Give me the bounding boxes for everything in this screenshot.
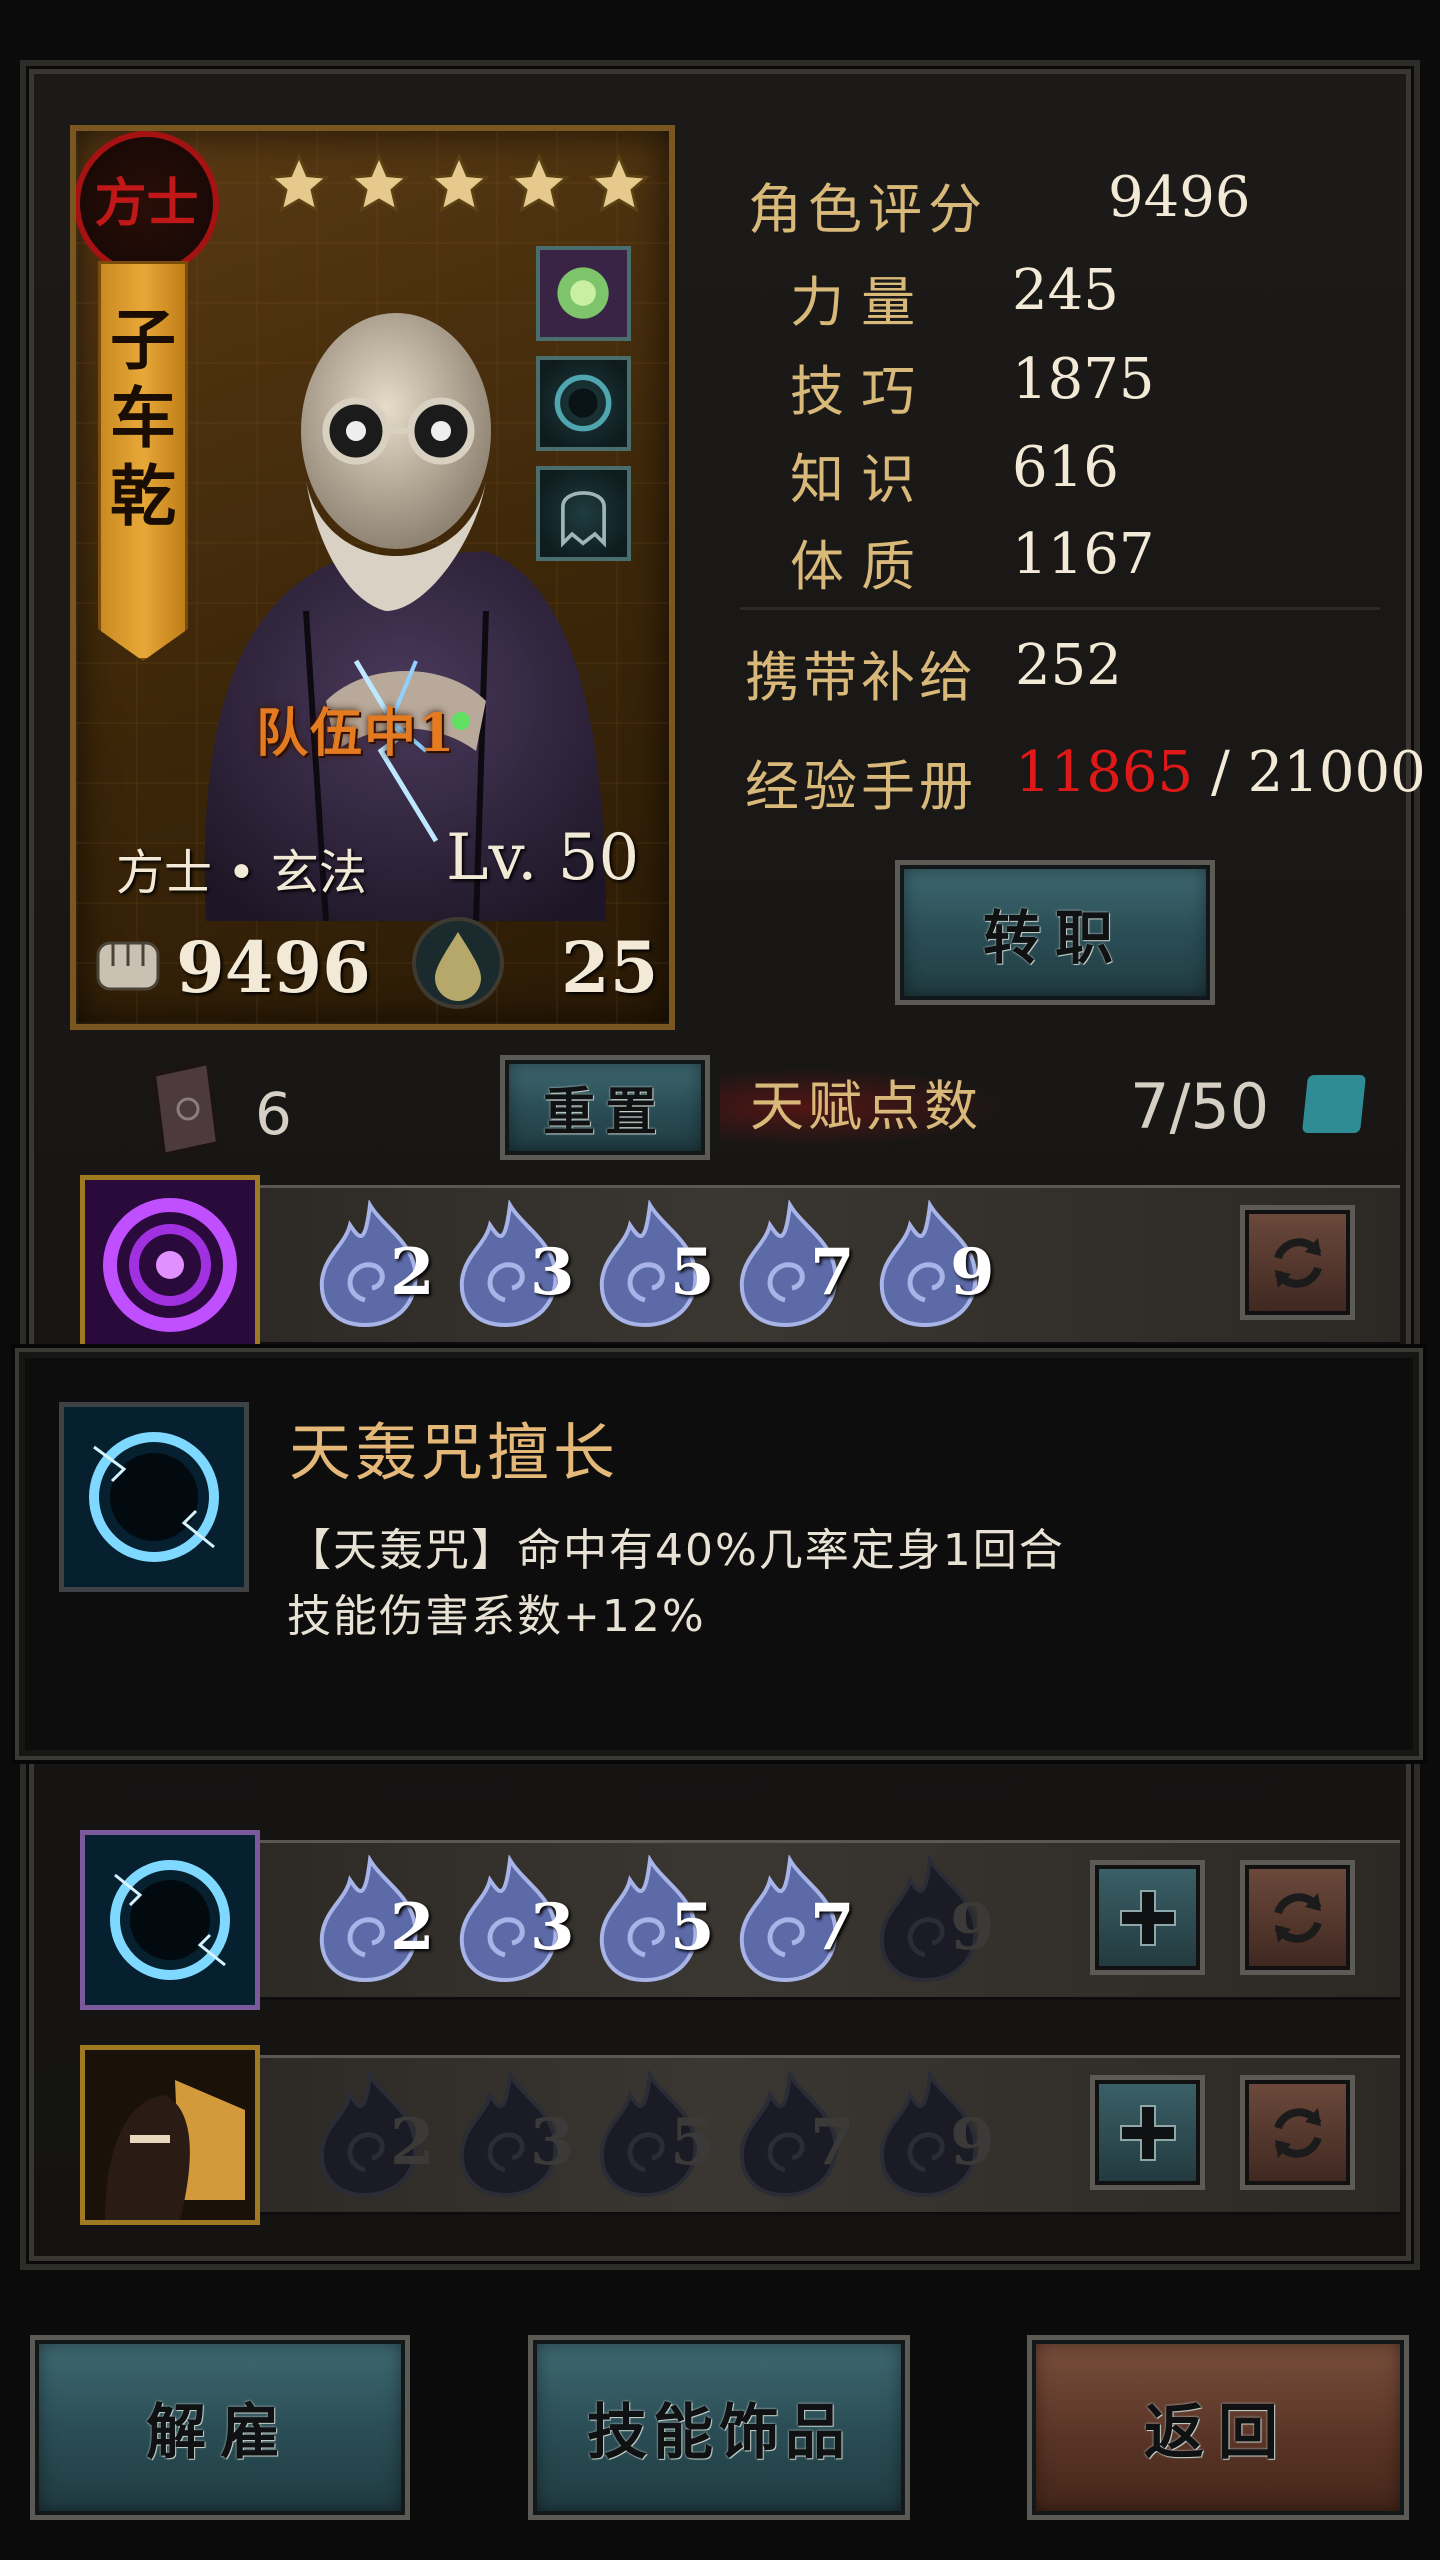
star-icon bbox=[428, 153, 490, 213]
skill-level-label: 3 bbox=[530, 1235, 575, 1310]
knowledge-label: 知 识 bbox=[790, 448, 916, 511]
drop-icon bbox=[412, 917, 504, 1009]
supply-value: 252 bbox=[1015, 633, 1122, 698]
score-label: 角色评分 bbox=[748, 178, 988, 241]
tooltip-title: 天轰咒擅长 bbox=[289, 1416, 620, 1489]
skill-level-label: 7 bbox=[810, 2105, 855, 2180]
skill-level-label: 2 bbox=[390, 1890, 435, 1965]
skill-level-label: 9 bbox=[950, 2105, 995, 2180]
fist-icon bbox=[96, 941, 160, 991]
reset-talent-button[interactable]: 重置 bbox=[500, 1055, 710, 1160]
back-button[interactable]: 返回 bbox=[1027, 2335, 1409, 2520]
exp-max: 21000 bbox=[1247, 740, 1426, 805]
transfer-class-button[interactable]: 转职 bbox=[895, 860, 1215, 1005]
tooltip-line-1: 【天轰咒】命中有40%几率定身1回合 bbox=[287, 1525, 1065, 1576]
tooltip-line-2: 技能伤害系数+12% bbox=[287, 1591, 706, 1642]
knowledge-value: 616 bbox=[1012, 435, 1119, 500]
skill-slot-1[interactable] bbox=[80, 1175, 260, 1355]
equipment-slot-2[interactable] bbox=[536, 356, 631, 451]
subclass-label: 方士 • 玄法 bbox=[116, 845, 367, 901]
name-char-2: 车 bbox=[110, 378, 176, 457]
tooltip-skill-icon bbox=[59, 1402, 249, 1592]
skill-level-label: 5 bbox=[670, 1235, 715, 1310]
exp-value: 11865 / 21000 bbox=[1015, 740, 1426, 805]
skill-level-label: 9 bbox=[950, 1235, 995, 1310]
purple-vortex-icon bbox=[85, 1180, 255, 1350]
lightning-ring-icon bbox=[64, 1407, 244, 1587]
team-status-label: 队伍中1 bbox=[256, 703, 457, 764]
constitution-label: 体 质 bbox=[790, 535, 916, 598]
book-count: 6 bbox=[255, 1080, 292, 1148]
dismiss-button[interactable]: 解雇 bbox=[30, 2335, 410, 2520]
skill-row-2: 2 3 5 7 9 bbox=[80, 1830, 1400, 2010]
equipment-slot-1[interactable] bbox=[536, 246, 631, 341]
exp-label: 经验手册 bbox=[745, 755, 977, 818]
skill-label: 技 巧 bbox=[790, 360, 916, 423]
star-rating bbox=[266, 151, 652, 217]
skill-level-label: 7 bbox=[810, 1235, 855, 1310]
skill-row-1: 2 3 5 7 9 bbox=[80, 1175, 1400, 1355]
skill-slot-3[interactable] bbox=[80, 2045, 260, 2225]
talent-points-label: 天赋点数 bbox=[720, 1067, 1010, 1147]
score-value: 9496 bbox=[1108, 165, 1251, 230]
talent-points-value: 7/50 bbox=[1130, 1070, 1270, 1143]
skill-tooltip: 天轰咒擅长 【天轰咒】命中有40%几率定身1回合 技能伤害系数+12% bbox=[15, 1348, 1423, 1760]
swap-icon bbox=[1273, 1892, 1322, 1943]
power-value: 9496 bbox=[176, 926, 371, 1009]
character-name-banner: 子 车 乾 bbox=[98, 261, 188, 661]
star-icon bbox=[348, 153, 410, 213]
stats-divider bbox=[740, 607, 1380, 610]
talent-gem-icon bbox=[1301, 1075, 1367, 1133]
plus-icon bbox=[1119, 2104, 1176, 2161]
skill-accessory-button[interactable]: 技能饰品 bbox=[528, 2335, 910, 2520]
skill-level-label: 5 bbox=[670, 1890, 715, 1965]
plus-icon bbox=[1119, 1889, 1176, 1946]
equipment-slot-3[interactable] bbox=[536, 466, 631, 561]
green-gem-icon bbox=[540, 250, 627, 337]
name-char-1: 子 bbox=[110, 301, 176, 379]
skill-level-label: 2 bbox=[390, 2105, 435, 2180]
skill-level-label: 3 bbox=[530, 1890, 575, 1965]
exp-current: 11865 bbox=[1015, 740, 1194, 805]
book-icon bbox=[150, 1060, 221, 1158]
constitution-value: 1167 bbox=[1012, 522, 1155, 587]
swap-skill-button-2[interactable] bbox=[1240, 1860, 1355, 1975]
skill-level-label: 5 bbox=[670, 2105, 715, 2180]
skill-level-label: 2 bbox=[390, 1235, 435, 1310]
star-icon bbox=[268, 153, 330, 213]
swap-skill-button-3[interactable] bbox=[1240, 2075, 1355, 2190]
swap-icon bbox=[1273, 1237, 1322, 1288]
swap-icon bbox=[1273, 2107, 1322, 2158]
character-card: 方士 子 车 乾 队伍中1 方士 • 玄法 Lv. 50 9496 25 bbox=[70, 125, 675, 1030]
skill-slot-2[interactable] bbox=[80, 1830, 260, 2010]
strength-label: 力 量 bbox=[790, 271, 916, 334]
ghost-icon bbox=[561, 491, 606, 548]
dark-orb-icon bbox=[554, 374, 612, 432]
star-icon bbox=[508, 153, 570, 213]
exp-separator: / bbox=[1193, 740, 1248, 805]
swap-skill-button-1[interactable] bbox=[1240, 1205, 1355, 1320]
supply-icon-value: 25 bbox=[561, 926, 659, 1009]
skill-level-label: 3 bbox=[530, 2105, 575, 2180]
strength-value: 245 bbox=[1012, 258, 1119, 323]
level-label: Lv. 50 bbox=[446, 821, 640, 895]
class-seal: 方士 bbox=[76, 131, 219, 276]
star-icon bbox=[588, 153, 650, 213]
add-skill-button-3[interactable] bbox=[1090, 2075, 1205, 2190]
supply-label: 携带补给 bbox=[745, 646, 977, 709]
skill-level-label: 7 bbox=[810, 1890, 855, 1965]
skill-value: 1875 bbox=[1012, 347, 1155, 412]
lightning-ring-icon bbox=[85, 1835, 255, 2005]
name-char-3: 乾 bbox=[110, 456, 176, 535]
skill-row-3: 2 3 5 7 9 bbox=[80, 2045, 1400, 2225]
dark-figure-icon bbox=[85, 2050, 255, 2220]
skill-level-label: 9 bbox=[950, 1890, 995, 1965]
add-skill-button-2[interactable] bbox=[1090, 1860, 1205, 1975]
